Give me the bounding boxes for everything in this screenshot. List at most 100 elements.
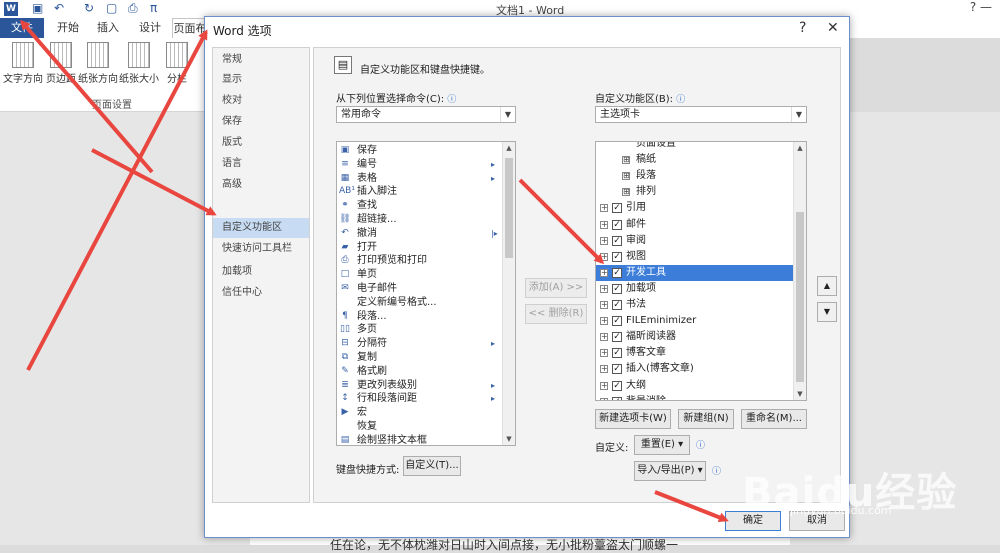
ribbon-tree-item[interactable]: + ✓ 福昕阅读器: [596, 329, 796, 345]
ribbon-tree[interactable]: + ✓ 背景消除 + ✓ 大纲 + ✓ 插入(博客文章) + ✓ 博客文章 + ✓ 福昕阅读器 + ✓ FILEm…: [595, 141, 807, 401]
tab-checkbox[interactable]: ✓: [612, 348, 622, 359]
command-item[interactable]: AB¹ 插入脚注: [337, 185, 503, 198]
new-doc-icon[interactable]: ▢: [106, 1, 117, 15]
nav-item[interactable]: 校对: [213, 91, 309, 111]
ribbon-tree-item[interactable]: + ✓ 开发工具: [596, 264, 796, 281]
new-group-button[interactable]: 新建组(N): [678, 409, 734, 429]
orientation-button[interactable]: 纸张方向: [78, 42, 118, 85]
command-item[interactable]: 恢复: [337, 420, 503, 433]
print-icon[interactable]: ⎙: [128, 1, 138, 16]
columns-button[interactable]: 分栏: [162, 42, 192, 85]
ribbon-tree-item[interactable]: + ✓ 加载项: [596, 281, 796, 297]
ribbon-tree-item[interactable]: + ✓ FILEminimizer: [596, 313, 796, 329]
customize-ribbon-select[interactable]: 主选项卡 ▼: [595, 106, 807, 123]
tree-scrollbar[interactable]: ▲ ▼: [793, 142, 806, 400]
tab-checkbox[interactable]: ✓: [612, 300, 622, 310]
ribbon-tree-item[interactable]: ⊞ 稿纸: [596, 152, 796, 168]
command-item[interactable]: ¶ 段落...: [337, 310, 503, 323]
tab-checkbox[interactable]: ✓: [612, 332, 622, 343]
redo-icon[interactable]: ↻: [84, 1, 94, 15]
pi-icon[interactable]: π: [150, 1, 157, 15]
nav-item[interactable]: 常规: [213, 50, 309, 70]
scroll-thumb[interactable]: [505, 158, 513, 258]
nav-item[interactable]: 信任中心: [213, 283, 309, 303]
expand-icon[interactable]: +: [600, 381, 608, 390]
expand-icon[interactable]: +: [600, 252, 608, 261]
move-up-button[interactable]: ▲: [817, 276, 837, 296]
expand-icon[interactable]: +: [600, 236, 608, 245]
expand-icon[interactable]: +: [600, 333, 608, 342]
command-item[interactable]: ▰ 打开: [337, 241, 503, 254]
scroll-up-icon[interactable]: ▲: [794, 142, 806, 154]
ribbon-tree-item[interactable]: 页面设置: [596, 142, 796, 152]
new-tab-button[interactable]: 新建选项卡(W): [595, 409, 671, 429]
command-item[interactable]: ⛓ 超链接...: [337, 213, 503, 226]
ribbon-tree-item[interactable]: + ✓ 背景消除: [596, 394, 796, 400]
tab-checkbox[interactable]: ✓: [612, 316, 622, 327]
expand-icon[interactable]: +: [600, 204, 608, 213]
command-item[interactable]: ✉ 电子邮件: [337, 282, 503, 295]
reset-button[interactable]: 重置(E) ▾: [634, 435, 690, 455]
command-item[interactable]: ⚭ 查找: [337, 199, 503, 212]
command-item[interactable]: ▣ 保存: [337, 144, 503, 157]
commands-scrollbar[interactable]: ▲ ▼: [502, 142, 515, 445]
tab-home[interactable]: 开始: [52, 18, 84, 38]
nav-item[interactable]: 版式: [213, 133, 309, 153]
tab-checkbox[interactable]: ✓: [612, 267, 622, 278]
nav-item[interactable]: 显示: [213, 70, 309, 90]
expand-icon[interactable]: +: [600, 349, 608, 358]
command-item[interactable]: ↕ 行和段落间距 ▸: [337, 392, 503, 405]
tab-checkbox[interactable]: ✓: [612, 283, 622, 294]
expand-icon[interactable]: +: [600, 365, 608, 374]
import-export-button[interactable]: 导入/导出(P) ▾: [634, 461, 706, 481]
tab-checkbox[interactable]: ✓: [612, 235, 622, 246]
tab-checkbox[interactable]: ✓: [612, 396, 622, 400]
chevron-down-icon[interactable]: ▼: [791, 107, 806, 122]
command-item[interactable]: □ 单页: [337, 268, 503, 281]
nav-item[interactable]: 高级: [213, 175, 309, 195]
nav-item[interactable]: 自定义功能区: [213, 218, 309, 238]
expand-icon[interactable]: ⊞: [622, 188, 630, 197]
ribbon-tree-item[interactable]: ⊞ 段落: [596, 168, 796, 184]
choose-commands-select[interactable]: 常用命令 ▼: [336, 106, 516, 123]
nav-item[interactable]: 快速访问工具栏: [213, 239, 309, 259]
help-button[interactable]: ?: [799, 20, 806, 36]
command-item[interactable]: ≡ 编号 ▸: [337, 158, 503, 171]
margins-button[interactable]: 页边距: [44, 42, 78, 85]
command-item[interactable]: ⎙ 打印预览和打印: [337, 254, 503, 267]
command-item[interactable]: ▤ 绘制竖排文本框: [337, 434, 503, 445]
scroll-down-icon[interactable]: ▼: [503, 433, 515, 445]
close-button[interactable]: ✕: [827, 20, 839, 36]
command-item[interactable]: ✎ 格式刷: [337, 365, 503, 378]
save-icon[interactable]: ▣: [32, 1, 43, 15]
expand-icon[interactable]: +: [600, 397, 608, 400]
tab-layout[interactable]: 页面布: [172, 18, 208, 38]
size-button[interactable]: 纸张大小: [118, 42, 160, 85]
rename-button[interactable]: 重命名(M)...: [741, 409, 807, 429]
expand-icon[interactable]: +: [600, 301, 608, 309]
ribbon-tree-item[interactable]: + ✓ 插入(博客文章): [596, 361, 796, 377]
tab-checkbox[interactable]: ✓: [612, 219, 622, 230]
command-item[interactable]: ⧉ 复制: [337, 351, 503, 364]
nav-item[interactable]: 保存: [213, 112, 309, 132]
ribbon-tree-item[interactable]: + ✓ 引用: [596, 200, 796, 216]
tab-file[interactable]: 文件: [0, 18, 44, 38]
window-controls[interactable]: ? —: [970, 0, 992, 14]
remove-button[interactable]: << 删除(R): [525, 304, 587, 324]
tab-checkbox[interactable]: ✓: [612, 380, 622, 391]
nav-item[interactable]: 加载项: [213, 262, 309, 282]
tab-insert[interactable]: 插入: [92, 18, 124, 38]
command-item[interactable]: ▯▯ 多页: [337, 323, 503, 336]
nav-item[interactable]: 语言: [213, 154, 309, 174]
command-item[interactable]: 定义新编号格式...: [337, 296, 503, 309]
tab-checkbox[interactable]: ✓: [612, 203, 622, 214]
command-item[interactable]: ≣ 更改列表级别 ▸: [337, 379, 503, 392]
expand-icon[interactable]: +: [600, 268, 608, 277]
expand-icon[interactable]: ⊞: [622, 172, 630, 181]
text-direction-button[interactable]: 文字方向: [2, 42, 44, 85]
add-button[interactable]: 添加(A) >>: [525, 278, 587, 298]
command-item[interactable]: ▶ 宏: [337, 406, 503, 419]
expand-icon[interactable]: +: [600, 220, 608, 229]
tab-checkbox[interactable]: ✓: [612, 251, 622, 262]
keyboard-customize-button[interactable]: 自定义(T)...: [403, 456, 461, 476]
